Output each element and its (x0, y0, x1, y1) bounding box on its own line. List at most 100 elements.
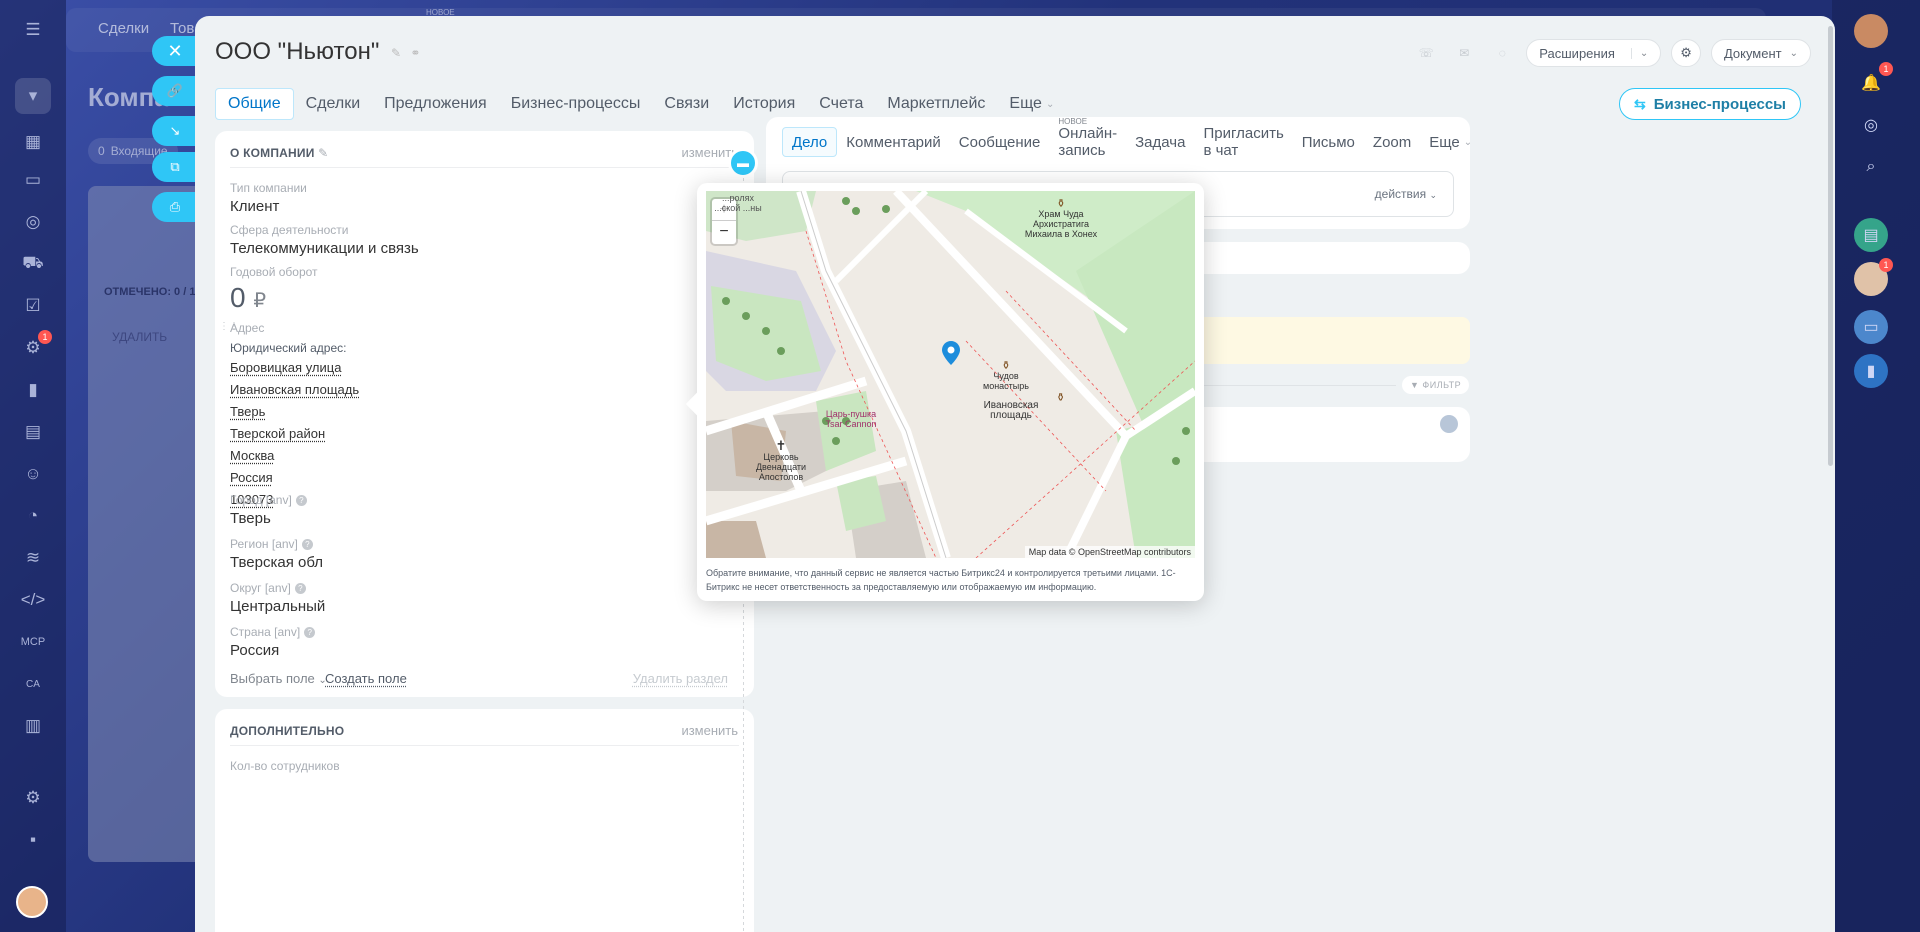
address-line[interactable]: Тверь (230, 401, 359, 423)
link-icon[interactable]: ⚭ (410, 46, 420, 60)
settings-button[interactable]: ⚙ (1671, 39, 1701, 67)
extensions-button[interactable]: Расширения ⌄ (1526, 39, 1662, 67)
industry-field[interactable]: Сфера деятельности Телекоммуникации и свя… (230, 223, 419, 257)
profile-avatar[interactable] (1854, 14, 1888, 48)
address-line[interactable]: Ивановская площадь (230, 379, 359, 401)
map-attribution[interactable]: Map data © OpenStreetMap contributors (1024, 546, 1195, 558)
help-icon[interactable]: ? (304, 627, 316, 639)
additional-edit-link[interactable]: изменить (681, 723, 738, 738)
cart-icon[interactable]: ⛟ (19, 250, 47, 278)
field-label: Город [anv] (230, 493, 292, 507)
activity-tab-email[interactable]: Письмо (1293, 127, 1364, 157)
activity-tab-zoom[interactable]: Zoom (1364, 127, 1420, 157)
help-icon[interactable]: ? (294, 583, 306, 595)
notes-icon[interactable]: ▤ (1854, 218, 1888, 252)
tab-invoices[interactable]: Счета (807, 88, 875, 120)
search-chat-icon[interactable]: ⌕ (1854, 150, 1888, 184)
amphora-icon: ⚱ (1056, 392, 1066, 404)
delete-section-link[interactable]: Удалить раздел (633, 671, 728, 686)
tab-more[interactable]: Еще ⌄ (997, 88, 1066, 120)
activity-tab-todo[interactable]: Дело (782, 127, 838, 157)
bookmark-icon[interactable]: ▮ (1854, 354, 1888, 388)
revenue-field[interactable]: Годовой оборот 0 ₽ (230, 265, 318, 314)
actions-dropdown[interactable]: действия ⌄ (1375, 187, 1437, 201)
books-icon[interactable]: ▥ (19, 712, 47, 740)
code-icon[interactable]: </> (19, 586, 47, 614)
help-icon[interactable]: ? (301, 539, 313, 551)
country-field[interactable]: Страна [anv]? Россия (230, 625, 316, 659)
contact-avatar[interactable]: 1 (1854, 258, 1893, 296)
open-new-window-icon[interactable]: ⧉ (152, 152, 198, 182)
tab-general[interactable]: Общие (215, 88, 294, 120)
map-view[interactable]: + − ⚱ Храм Чуда Архистратига Михаила в Хо… (706, 191, 1195, 558)
address-line[interactable]: Москва (230, 445, 359, 467)
activity-tab-booking[interactable]: НОВОЕ Онлайн-запись (1049, 117, 1126, 159)
chat-icon[interactable]: ◌ (1488, 39, 1516, 67)
address-line[interactable]: Россия (230, 467, 359, 489)
sphere-icon[interactable]: ◔ (19, 502, 47, 530)
employees-field[interactable]: Кол-во сотрудников (230, 759, 340, 773)
field-label: Страна [anv] (230, 625, 301, 639)
scrollbar[interactable] (1828, 26, 1833, 466)
select-field-button[interactable]: Выбрать поле ⌄ (230, 671, 327, 686)
tab-business-processes[interactable]: Бизнес-процессы (499, 88, 653, 120)
company-type-field[interactable]: Тип компании Клиент (230, 181, 307, 215)
arrow-icon[interactable]: ↘ (152, 116, 198, 146)
address-line[interactable]: Тверской район (230, 423, 359, 445)
activity-tab-invite-chat[interactable]: Пригласить в чат (1194, 125, 1292, 159)
user-avatar[interactable] (16, 886, 48, 918)
crm-icon[interactable]: ▾ (15, 78, 51, 114)
city-field[interactable]: Город [anv]? Тверь (230, 493, 307, 527)
spiral-icon[interactable]: ◎ (1854, 108, 1888, 142)
ca-icon[interactable]: CA (19, 670, 47, 698)
filter-button[interactable]: ▼ ФИЛЬТР (1402, 376, 1470, 394)
create-field-link[interactable]: Создать поле (325, 671, 407, 686)
print-icon[interactable]: ⎙ (152, 192, 198, 222)
tab-history[interactable]: История (721, 88, 807, 120)
help-icon[interactable]: ? (295, 495, 307, 507)
pencil-icon[interactable]: ✎ (391, 46, 401, 60)
square-icon[interactable]: ▪ (19, 826, 47, 854)
chevron-down-icon[interactable]: ⌄ (1630, 47, 1648, 59)
target-icon[interactable]: ◎ (19, 208, 47, 236)
field-label: Тип компании (230, 181, 307, 195)
automation-icon[interactable]: ⚙ 1 (19, 330, 52, 362)
calendar-icon[interactable]: ▦ (19, 128, 47, 156)
activity-tab-message[interactable]: Сообщение (950, 127, 1050, 157)
bell-icon[interactable]: 🔔 1 (1854, 62, 1893, 100)
phone-icon[interactable]: ☏ (1412, 39, 1440, 67)
pencil-icon[interactable]: ✎ (318, 146, 328, 160)
comment-icon: ▬ (728, 148, 758, 178)
activity-tab-task[interactable]: Задача (1126, 127, 1194, 157)
address-line[interactable]: Боровицкая улица (230, 357, 359, 379)
mail-icon[interactable]: ✉ (1450, 39, 1478, 67)
link-icon[interactable]: 🔗 (152, 76, 198, 106)
map-label-chudov: ⚱ Чудов монастырь (976, 361, 1036, 392)
tab-marketplace[interactable]: Маркетплейс (875, 88, 997, 120)
wave-icon[interactable]: ≋ (19, 544, 47, 572)
activity-tab-more[interactable]: Еще ⌄ (1420, 127, 1481, 157)
tab-offers[interactable]: Предложения (372, 88, 499, 120)
business-processes-button[interactable]: ⇆ Бизнес-процессы (1619, 88, 1801, 120)
close-icon[interactable]: ✕ (152, 36, 198, 66)
address-field[interactable]: Адрес Юридический адрес: Боровицкая улиц… (230, 321, 359, 511)
settings-icon[interactable]: ⚙ (19, 784, 47, 812)
actions-label: действия (1374, 187, 1427, 201)
document-button[interactable]: Документ ⌄ (1710, 39, 1811, 67)
chat-icon[interactable]: ▭ (1854, 310, 1888, 344)
inbox-icon[interactable]: ▭ (19, 166, 47, 194)
analytics-icon[interactable]: ▮ (19, 376, 47, 404)
tasks-icon[interactable]: ☑ (19, 292, 47, 320)
zoom-out-button[interactable]: − (712, 221, 736, 243)
activity-tab-comment[interactable]: Комментарий (837, 127, 949, 157)
tab-deals[interactable]: Сделки (294, 88, 373, 120)
robot-icon[interactable]: ☺ (19, 460, 47, 488)
map-pin-icon[interactable] (942, 341, 960, 365)
mcp-icon[interactable]: MCP (19, 628, 47, 656)
region-field[interactable]: Регион [anv]? Тверская обл (230, 537, 323, 571)
menu-icon[interactable]: ☰ (19, 16, 47, 44)
card-icon[interactable]: ▤ (19, 418, 47, 446)
tab-links[interactable]: Связи (652, 88, 721, 120)
district-field[interactable]: Округ [anv]? Центральный (230, 581, 325, 615)
divider (230, 167, 739, 168)
